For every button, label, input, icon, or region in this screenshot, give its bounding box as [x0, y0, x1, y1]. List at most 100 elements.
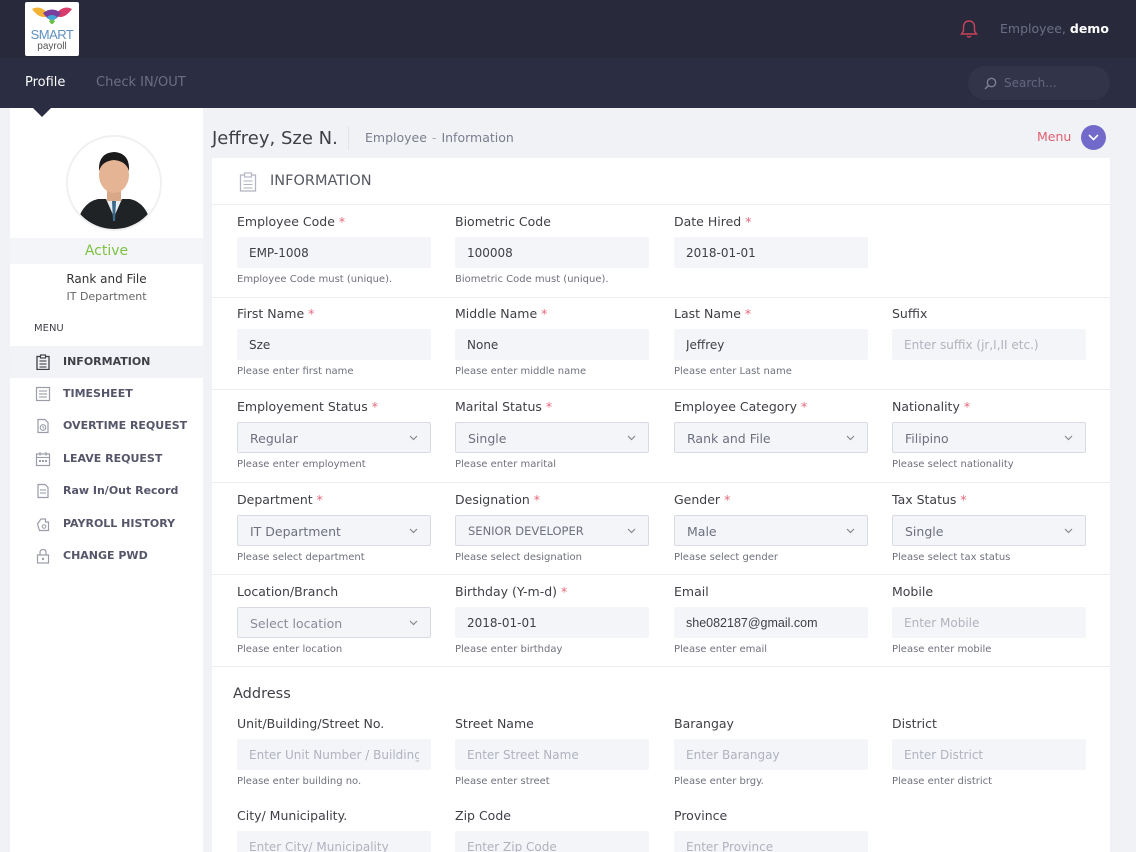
- nationality-select[interactable]: Filipino: [892, 422, 1086, 453]
- search-input[interactable]: [1004, 75, 1100, 91]
- logo-subtext: payroll: [37, 41, 67, 52]
- chevron-down-icon: [1064, 528, 1073, 534]
- employee-code-input[interactable]: [237, 237, 431, 268]
- menu-link[interactable]: Menu: [1037, 129, 1071, 145]
- sidebar-item-label: TIMESHEET: [63, 387, 133, 400]
- date-hired-input[interactable]: [674, 237, 868, 268]
- barangay-input[interactable]: [674, 739, 868, 770]
- user-menu[interactable]: Employee, demo: [1000, 21, 1109, 37]
- row-divider: [212, 297, 1110, 298]
- sidebar-item-payroll-history[interactable]: PAYROLL HISTORY: [10, 508, 203, 540]
- chevron-down-icon: [1064, 435, 1073, 441]
- nationality-label: Nationality *: [892, 399, 971, 414]
- location-select[interactable]: Select location: [237, 607, 431, 638]
- tax-status-select[interactable]: Single: [892, 515, 1086, 546]
- last-name-input[interactable]: [674, 329, 868, 360]
- list-icon: [35, 386, 51, 402]
- breadcrumb: Employee - Information: [365, 130, 514, 146]
- designation-label: Designation *: [455, 492, 540, 507]
- sidebar-item-leave-request[interactable]: LEAVE REQUEST: [10, 443, 203, 475]
- row-divider: [212, 389, 1110, 390]
- row-divider: [212, 574, 1110, 575]
- sidebar-item-label: Raw In/Out Record: [63, 484, 179, 497]
- unit-label: Unit/Building/Street No.: [237, 716, 385, 731]
- logo-text: SMART: [30, 27, 74, 42]
- user-greeting: Employee,: [1000, 21, 1066, 36]
- sidebar-item-information[interactable]: INFORMATION: [10, 346, 203, 378]
- location-label: Location/Branch: [237, 584, 339, 599]
- menu-heading: MENU: [34, 323, 64, 334]
- sidebar-item-timesheet[interactable]: TIMESHEET: [10, 378, 203, 410]
- middle-name-input[interactable]: [455, 329, 649, 360]
- marital-status-select[interactable]: Single: [455, 422, 649, 453]
- nationality-value: Filipino: [905, 431, 949, 446]
- mobile-label: Mobile: [892, 584, 934, 599]
- email-help: Please enter email: [674, 644, 768, 655]
- search-icon: [984, 77, 997, 90]
- nationality-help: Please select nationality: [892, 459, 1014, 470]
- employee-rank: Rank and File: [66, 272, 147, 286]
- sidebar-item-label: CHANGE PWD: [63, 549, 148, 562]
- bell-icon[interactable]: [958, 18, 980, 40]
- chevron-down-icon: [846, 528, 855, 534]
- department-select[interactable]: IT Department: [237, 515, 431, 546]
- designation-value: SENIOR DEVELOPER: [468, 524, 584, 538]
- designation-select[interactable]: SENIOR DEVELOPER: [455, 515, 649, 546]
- date-hired-label: Date Hired *: [674, 214, 752, 229]
- sidebar-item-label: OVERTIME REQUEST: [63, 419, 188, 432]
- employee-department: IT Department: [66, 290, 147, 303]
- province-input[interactable]: [674, 831, 868, 852]
- gender-select[interactable]: Male: [674, 515, 868, 546]
- information-card: INFORMATION Employee Code * Employee Cod…: [212, 158, 1110, 852]
- card-header: INFORMATION: [212, 158, 1110, 205]
- district-label: District: [892, 716, 937, 731]
- chevron-down-icon: [409, 528, 418, 534]
- nav-tab-profile[interactable]: Profile: [25, 75, 65, 91]
- zip-input[interactable]: [455, 831, 649, 852]
- first-name-help: Please enter first name: [237, 366, 354, 377]
- employee-code-label: Employee Code *: [237, 214, 346, 229]
- marital-status-help: Please enter marital: [455, 459, 557, 470]
- mobile-input[interactable]: [892, 607, 1086, 638]
- city-label: City/ Municipality.: [237, 808, 348, 823]
- sidebar-item-overtime-request[interactable]: OVERTIME REQUEST: [10, 410, 203, 442]
- birthday-input[interactable]: [455, 607, 649, 638]
- employment-status-select[interactable]: Regular: [237, 422, 431, 453]
- employment-status-label: Employement Status *: [237, 399, 378, 414]
- sidebar-item-change-pwd[interactable]: CHANGE PWD: [10, 540, 203, 572]
- unit-input[interactable]: [237, 739, 431, 770]
- card-title: INFORMATION: [270, 173, 372, 189]
- avatar: [66, 135, 162, 231]
- last-name-label: Last Name *: [674, 306, 752, 321]
- title-divider: [348, 126, 349, 150]
- gender-value: Male: [687, 524, 717, 539]
- unit-help: Please enter building no.: [237, 776, 362, 787]
- breadcrumb-information[interactable]: Information: [441, 130, 513, 145]
- tax-status-value: Single: [905, 524, 944, 539]
- employee-category-select[interactable]: Rank and File: [674, 422, 868, 453]
- first-name-input[interactable]: [237, 329, 431, 360]
- search-box[interactable]: [968, 66, 1110, 100]
- nav-tab-check-in-out[interactable]: Check IN/OUT: [96, 75, 186, 91]
- sidebar-item-raw-in-out-record[interactable]: Raw In/Out Record: [10, 475, 203, 507]
- top-bar: SMART payroll Employee, demo: [0, 0, 1136, 58]
- gender-help: Please select gender: [674, 552, 778, 563]
- suffix-input[interactable]: [892, 329, 1086, 360]
- chevron-down-icon: [409, 435, 418, 441]
- department-value: IT Department: [250, 524, 341, 539]
- smart-payroll-logo[interactable]: SMART payroll: [25, 2, 79, 56]
- employee-category-value: Rank and File: [687, 431, 771, 446]
- user-name: demo: [1069, 21, 1109, 36]
- breadcrumb-employee[interactable]: Employee: [365, 130, 427, 145]
- street-input[interactable]: [455, 739, 649, 770]
- district-input[interactable]: [892, 739, 1086, 770]
- barangay-label: Barangay: [674, 716, 734, 731]
- menu-dropdown-button[interactable]: [1081, 125, 1106, 150]
- tax-status-label: Tax Status *: [892, 492, 967, 507]
- biometric-code-label: Biometric Code: [455, 214, 551, 229]
- last-name-help: Please enter Last name: [674, 366, 792, 377]
- city-input[interactable]: [237, 831, 431, 852]
- sidebar-item-label: PAYROLL HISTORY: [63, 517, 176, 530]
- biometric-code-input[interactable]: [455, 237, 649, 268]
- email-input[interactable]: [674, 607, 868, 638]
